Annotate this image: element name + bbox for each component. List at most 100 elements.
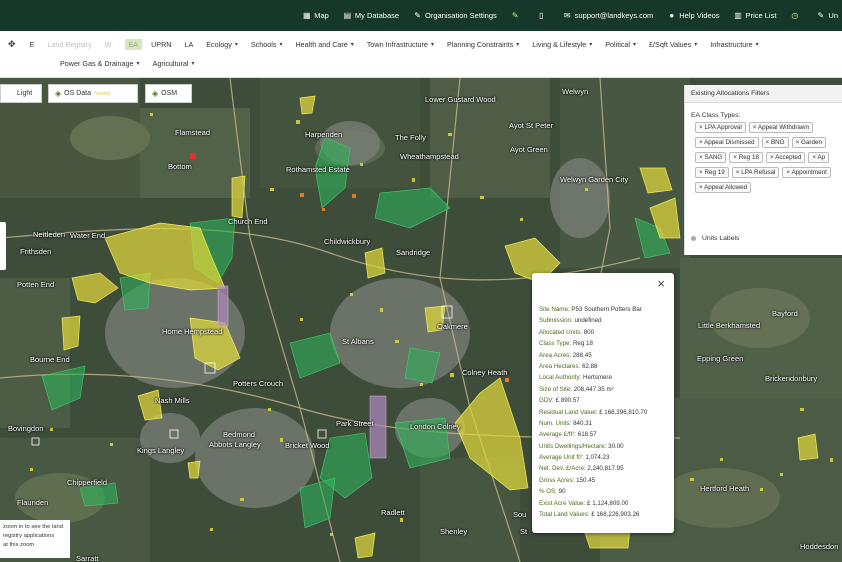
class-chip[interactable]: × SANG	[695, 152, 727, 163]
attribute-key: Submission:	[539, 317, 573, 325]
place-label: Little Berkhamsted	[698, 321, 761, 330]
filter-land-registry[interactable]: Land Registry	[47, 40, 91, 49]
filter-political[interactable]: Political ▾	[605, 40, 636, 49]
ea-class-types-label: EA Class Types:	[691, 112, 741, 119]
filter-ea[interactable]: EA	[124, 39, 143, 50]
top-navbar: ▦ Map ▤ My Database ✎ Organisation Settings…	[0, 0, 842, 31]
nav-help-videos[interactable]: ● Help Videos	[667, 11, 719, 20]
filter-e-label: E	[29, 40, 35, 49]
filter-agricultural[interactable]: Agricultural ▾	[153, 59, 195, 68]
nav-price-list-label: Price List	[745, 11, 777, 20]
nav-help-videos-label: Help Videos	[679, 11, 720, 20]
map-canvas[interactable]: Flamstead Bottom Harpenden Lower Gustard…	[0, 78, 842, 562]
nav-user[interactable]: ✎ Un	[816, 11, 838, 20]
nav-map[interactable]: ▦ Map	[302, 11, 329, 20]
attribute-value: undefined	[574, 317, 602, 325]
place-label: Lower Gustard Wood	[425, 95, 496, 104]
class-chip[interactable]: × LPA Approval	[695, 122, 746, 133]
zoom-note-line: registry applications	[3, 533, 55, 539]
place-label: Hertford Heath	[700, 484, 750, 493]
attribute-key: Gross Acres:	[539, 476, 575, 484]
filter-pointer[interactable]: ✥	[8, 39, 16, 50]
units-labels-label: Units Labels	[702, 235, 740, 242]
layer-osm-button[interactable]: ◈ OSM	[145, 84, 192, 103]
chevron-down-icon: ▾	[589, 42, 593, 48]
place-label: Bourne End	[30, 355, 70, 364]
filter-w[interactable]: W	[105, 40, 112, 49]
nav-pin[interactable]: ✎	[511, 11, 523, 20]
filter-uprn[interactable]: UPRN	[151, 40, 171, 49]
attribute-key: Allocated Units:	[539, 328, 582, 336]
class-chip-label: LPA Refusal	[741, 169, 776, 176]
filter-planning-constraints[interactable]: Planning Constraints ▾	[447, 40, 519, 49]
class-chip[interactable]: × Accepted	[766, 152, 806, 163]
filter-political-label: Political	[605, 40, 631, 49]
attribute-value: Reg 18	[572, 340, 593, 348]
site-attribute-row: Residual Land Value: £ 168,396,810.70	[539, 407, 647, 418]
site-attribute-row: Net. Dev. £/Acre: 2,240,817.95	[539, 463, 647, 474]
class-chip[interactable]: × Garden	[791, 137, 827, 148]
attribute-value: 288.45	[572, 351, 592, 359]
layer-os-data-button[interactable]: ◈ OS Data Vector	[48, 84, 138, 103]
class-chip[interactable]: × Appeal Dismissed	[695, 137, 759, 148]
place-label: Bayford	[772, 309, 798, 318]
nav-document[interactable]: ▯	[537, 11, 549, 20]
attribute-key: Total Land Values:	[539, 511, 590, 519]
email-icon: ✉	[563, 11, 571, 20]
class-chip[interactable]: × Appeal Allowed	[695, 182, 752, 193]
place-label: Ayot Green	[510, 145, 548, 154]
attribute-key: Area Hectares:	[539, 362, 581, 370]
filter-health-and-care[interactable]: Health and Care ▾	[295, 40, 353, 49]
filter-power-gas-drainage[interactable]: Power Gas & Drainage ▾	[60, 59, 140, 68]
filter-la-label: LA	[184, 40, 194, 49]
filter-uprn-label: UPRN	[151, 40, 172, 49]
layers-icon: ◈	[152, 89, 159, 98]
class-chip[interactable]: × LPA Refusal	[731, 167, 780, 178]
class-chip[interactable]: × Reg 19	[695, 167, 729, 178]
place-label: Epping Green	[697, 354, 744, 363]
class-chip[interactable]: × Appeal Withdrawn	[748, 122, 813, 133]
filter-la[interactable]: LA	[184, 40, 193, 49]
left-panel-tab[interactable]	[0, 222, 6, 270]
nav-notifications[interactable]: ◷	[790, 11, 802, 20]
nav-my-database-label: My Database	[354, 11, 400, 20]
filter-sqft-values[interactable]: £/Sqft Values ▾	[649, 40, 697, 49]
nav-email[interactable]: ✉ support@landkeys.com	[563, 11, 653, 20]
attribute-key: % OS:	[539, 488, 557, 496]
place-label: Colney Heath	[462, 368, 508, 377]
filter-sqft-label: £/Sqft Values	[649, 40, 692, 49]
class-chip[interactable]: × BNG	[761, 137, 789, 148]
place-label: Childwickbury	[324, 237, 371, 246]
wrench-icon: ✎	[414, 11, 421, 20]
filter-ecology[interactable]: Ecology ▾	[206, 40, 238, 49]
layer-light-button[interactable]: Light	[0, 84, 42, 103]
site-attribute-row: GDV: £ 890.57	[539, 395, 647, 406]
filter-living-label: Living & Lifestyle	[532, 40, 587, 49]
place-label: Chipperfield	[67, 478, 108, 487]
close-icon[interactable]: ×	[657, 277, 665, 290]
class-chip[interactable]: × Reg 18	[729, 152, 764, 163]
class-chip[interactable]: × Appointment	[782, 167, 831, 178]
attribute-value: 62.88	[582, 362, 598, 370]
filter-living-lifestyle[interactable]: Living & Lifestyle ▾	[532, 40, 592, 49]
nav-organisation-settings[interactable]: ✎ Organisation Settings	[413, 11, 497, 20]
filter-infrastructure-label: Infrastructure	[710, 40, 753, 49]
filter-town-infrastructure[interactable]: Town Infrastructure ▾	[367, 40, 434, 49]
chevron-down-icon: ▾	[516, 42, 520, 48]
filter-e[interactable]: E	[30, 40, 35, 49]
attribute-key: Average Unit ft²:	[539, 454, 584, 462]
attribute-key: Size of Site:	[539, 385, 573, 393]
class-chip-label: Reg 18	[738, 154, 760, 161]
units-labels-toggle[interactable]: Units Labels	[691, 235, 739, 242]
attribute-value: £ 890.57	[555, 397, 580, 405]
attribute-value: £ 168,226,903.26	[591, 511, 640, 519]
place-label: Welwyn	[562, 87, 589, 96]
filter-infrastructure[interactable]: Infrastructure ▾	[710, 40, 758, 49]
class-chip[interactable]: × Ap	[808, 152, 830, 163]
filter-land-registry-label: Land Registry	[47, 40, 92, 49]
layer-light-label: Light	[17, 90, 33, 97]
filter-schools[interactable]: Schools ▾	[251, 40, 283, 49]
place-label: Ayot St Peter	[509, 121, 554, 130]
nav-my-database[interactable]: ▤ My Database	[343, 11, 399, 20]
nav-price-list[interactable]: ▥ Price List	[734, 11, 777, 20]
